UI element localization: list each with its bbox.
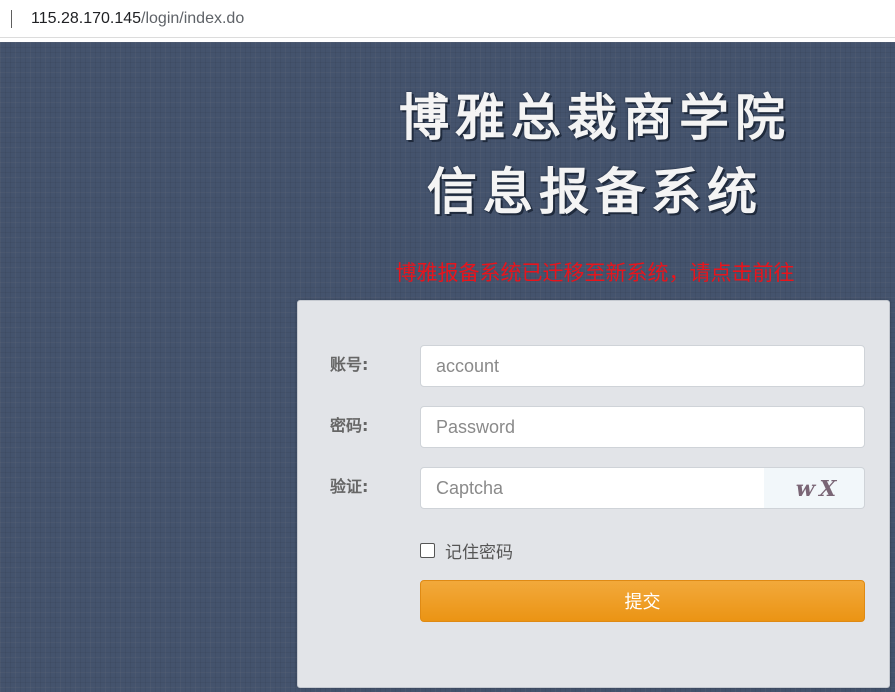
url-text[interactable]: 115.28.170.145/login/index.do <box>31 9 244 29</box>
page-title-line1: 博雅总裁商学院 <box>399 89 791 147</box>
remember-password-option[interactable]: 记住密码 <box>420 539 513 563</box>
login-page: 博雅总裁商学院 信息报备系统 博雅报备系统已迁移至新系统，请点击前往 账号: 密… <box>0 42 895 692</box>
migration-notice-link[interactable]: 博雅报备系统已迁移至新系统，请点击前往 <box>370 258 820 288</box>
password-label: 密码: <box>330 416 369 435</box>
remember-password-label: 记住密码 <box>445 542 513 563</box>
url-path: /login/index.do <box>141 10 245 27</box>
captcha-label: 验证: <box>330 477 369 496</box>
browser-address-bar[interactable]: 115.28.170.145/login/index.do <box>0 0 895 38</box>
account-input[interactable] <box>420 345 865 387</box>
login-form-panel: 账号: 密码: 验证: wX 记住密码 提交 <box>297 300 890 688</box>
url-host: 115.28.170.145 <box>31 10 142 27</box>
page-title-line2: 信息报备系统 <box>427 163 763 221</box>
captcha-image[interactable]: wX <box>764 467 865 509</box>
checkbox-unchecked-icon[interactable] <box>420 542 435 558</box>
account-label: 账号: <box>330 355 369 374</box>
captcha-input[interactable] <box>420 467 765 509</box>
submit-button[interactable]: 提交 <box>420 580 865 622</box>
password-input[interactable] <box>420 406 865 448</box>
address-bar-separator <box>11 10 12 28</box>
captcha-image-text: wX <box>793 476 843 502</box>
